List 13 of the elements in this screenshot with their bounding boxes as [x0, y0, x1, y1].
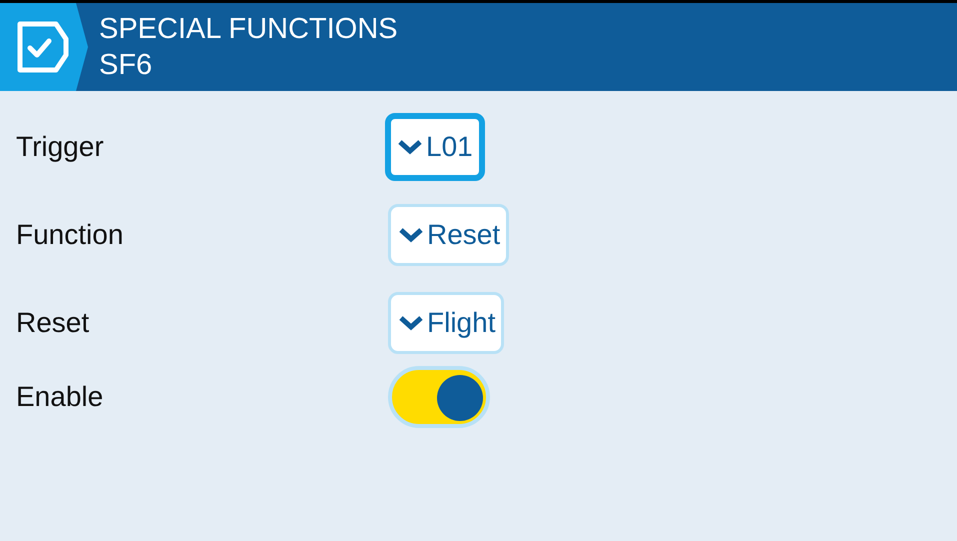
field-label: Trigger	[15, 131, 105, 163]
page-subtitle: SF6	[99, 48, 154, 83]
page-title: SPECIAL FUNCTIONS	[99, 12, 398, 47]
dropdown[interactable]: Reset	[388, 204, 510, 266]
chevron-icon	[396, 138, 424, 156]
checkbox-icon	[16, 21, 70, 73]
field-label: Enable	[15, 381, 104, 413]
field-label: Function	[15, 219, 124, 251]
field-label: Reset	[15, 307, 90, 339]
chevron-icon	[397, 314, 425, 332]
dropdown[interactable]: Flight	[388, 292, 504, 354]
dropdown[interactable]: L01	[385, 113, 485, 181]
chevron-icon	[397, 226, 425, 244]
